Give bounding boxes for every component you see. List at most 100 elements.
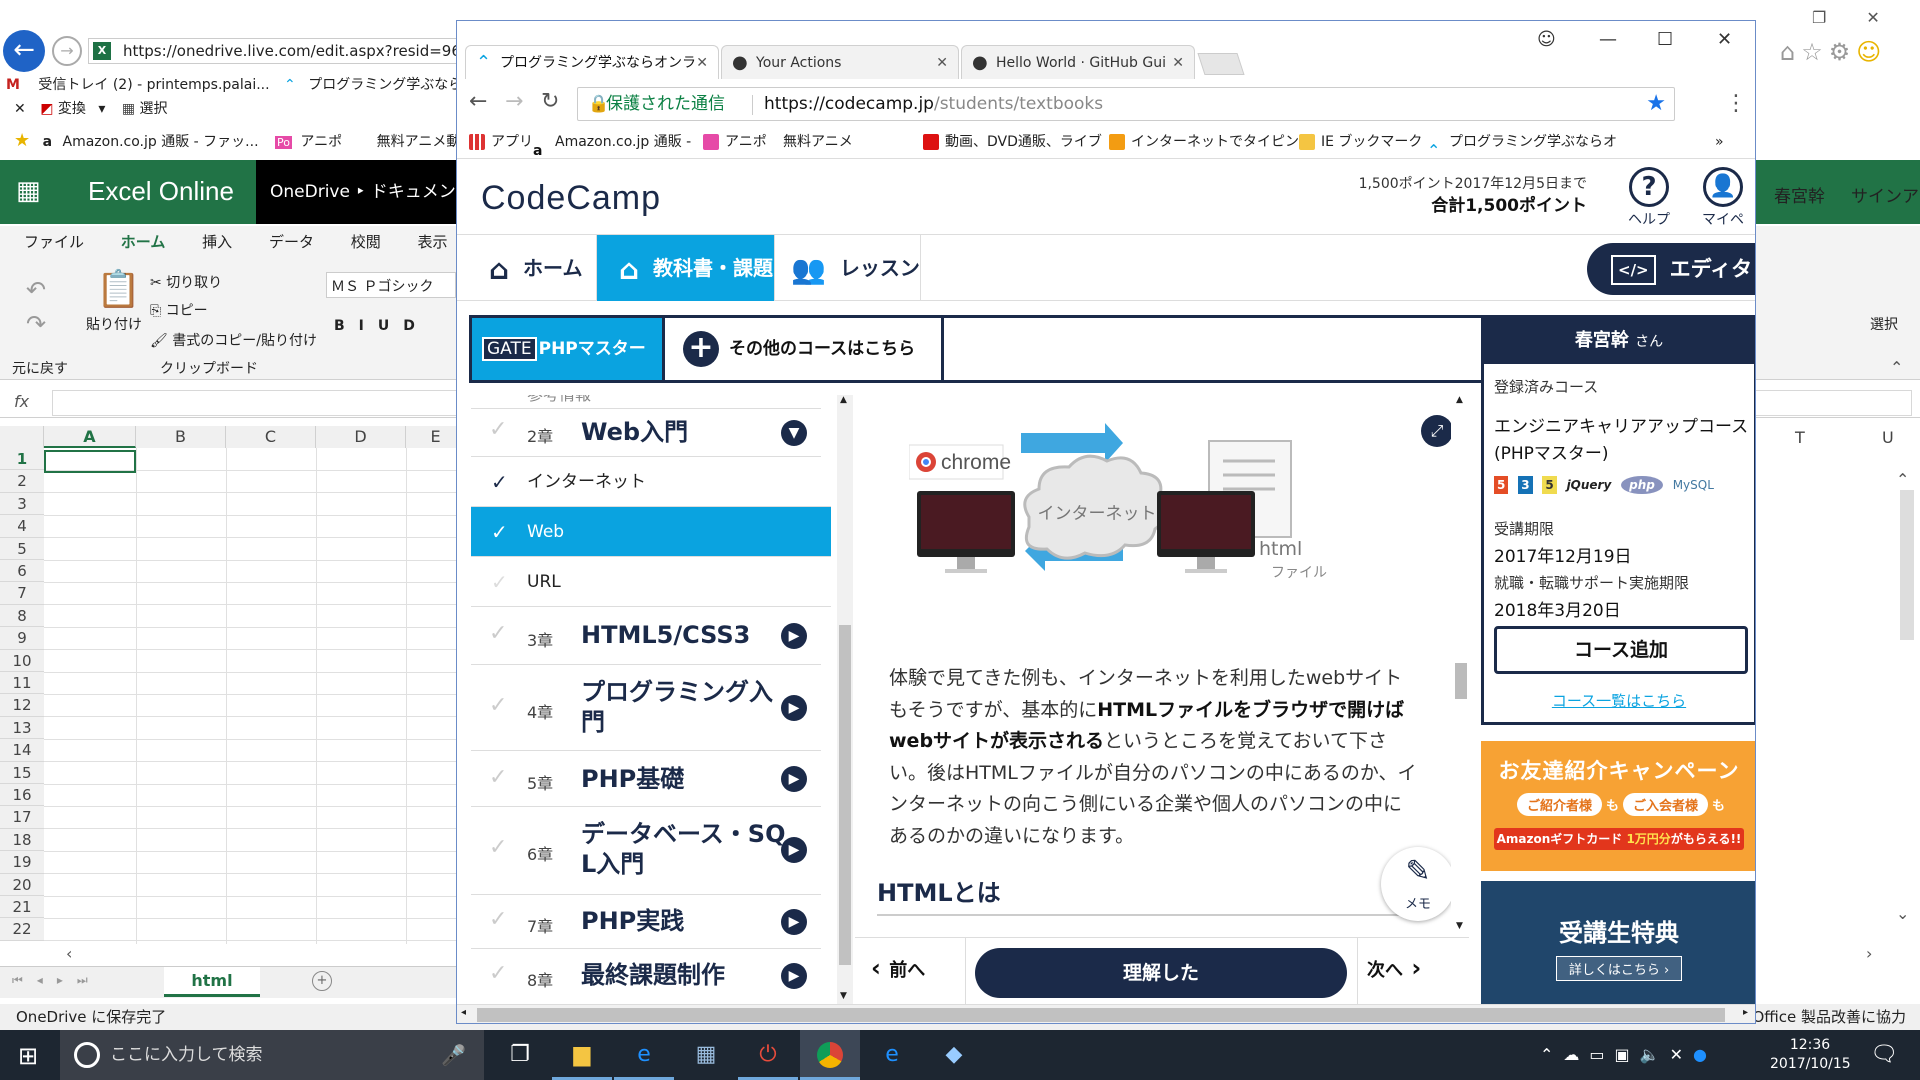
ie-fav-amazon[interactable]: Amazon.co.jp 通販 - ファッ... xyxy=(63,134,259,150)
gear-icon[interactable]: ⚙ xyxy=(1829,38,1857,66)
close-icon[interactable]: ✕ xyxy=(14,101,26,117)
row-header[interactable]: 20 xyxy=(0,873,44,896)
column-header[interactable]: D xyxy=(316,426,406,448)
row-header[interactable]: 19 xyxy=(0,851,44,874)
scroll-up-icon[interactable]: ⌃ xyxy=(1896,470,1909,489)
restore-icon[interactable]: ❐ xyxy=(1812,8,1866,27)
copy-button[interactable]: ⎘ コピー xyxy=(150,300,208,320)
row-header[interactable]: 15 xyxy=(0,761,44,784)
scroll-left-icon[interactable]: ‹ xyxy=(66,944,72,963)
bookmark-apps[interactable]: アプリ xyxy=(469,125,533,159)
list-item[interactable]: ✓ 参考情報 xyxy=(471,395,821,409)
star-icon[interactable]: ☆ xyxy=(1801,38,1829,66)
signout-link[interactable]: サインアウト xyxy=(1851,187,1920,207)
page-hscrollbar[interactable]: ◂ ▸ xyxy=(457,1004,1755,1023)
scroll-down-icon[interactable]: ⌄ xyxy=(1896,904,1909,923)
column-header[interactable]: C xyxy=(226,426,316,448)
add-sheet-icon[interactable]: + xyxy=(312,971,332,991)
row-header[interactable]: 9 xyxy=(0,627,44,650)
favorites-star-icon[interactable]: ★ xyxy=(14,130,30,151)
internet-explorer-icon[interactable]: e xyxy=(614,1030,674,1080)
row-header[interactable]: 1 xyxy=(0,448,44,471)
row-header[interactable]: 22 xyxy=(0,918,44,941)
bookmark-anipo[interactable]: アニポ xyxy=(703,125,767,159)
scroll-down-icon[interactable]: ▼ xyxy=(1456,921,1463,931)
student-benefit-banner[interactable]: 受講生特典 詳しくはこちら › xyxy=(1481,881,1755,1004)
row-header[interactable]: 11 xyxy=(0,672,44,695)
prev-button[interactable]: ‹ 前へ xyxy=(871,954,925,982)
onedrive-icon[interactable]: ☁ xyxy=(1563,1045,1589,1064)
ie-tab-gmail[interactable]: 受信トレイ (2) - printemps.palai... xyxy=(38,77,269,93)
bookmark-typing[interactable]: インターネットでタイピング xyxy=(1109,125,1313,159)
editor-button[interactable]: </> エディタ xyxy=(1587,243,1755,295)
back-button[interactable]: ← xyxy=(3,30,45,72)
other-courses-button[interactable]: + その他のコースはこちら xyxy=(662,318,944,380)
chevron-right-icon[interactable]: ▶ xyxy=(781,837,807,863)
ie-cmd-select[interactable]: 選択 xyxy=(140,101,168,117)
tab-view[interactable]: 表示 xyxy=(402,226,464,258)
taskbar-clock[interactable]: 12:36 2017/10/15 xyxy=(1770,1036,1851,1074)
undo-icon[interactable]: ↶ xyxy=(26,276,46,304)
row-header[interactable]: 6 xyxy=(0,560,44,583)
row-header[interactable]: 21 xyxy=(0,896,44,919)
course-list-link[interactable]: コース一覧はこちら xyxy=(1484,690,1754,711)
scroll-up-icon[interactable]: ▲ xyxy=(840,395,847,405)
column-header[interactable]: A xyxy=(44,426,136,448)
ie-cmd-convert[interactable]: 変換 xyxy=(58,101,86,117)
chapter-row[interactable]: ✓ 4章 プログラミング入門 ▶ xyxy=(471,665,821,751)
sheet-tab[interactable]: html xyxy=(164,967,260,997)
banner-details-button[interactable]: 詳しくはこちら › xyxy=(1555,956,1683,981)
windows-start-icon[interactable]: ⊞ xyxy=(18,1042,38,1070)
font-style-buttons[interactable]: BIUD xyxy=(334,318,429,334)
reload-icon[interactable]: ↻ xyxy=(541,89,559,114)
taskbar-search[interactable]: ここに入力して検索 🎤 xyxy=(60,1030,484,1080)
nav-textbooks[interactable]: ⌂ 教科書・課題 xyxy=(597,235,775,301)
tab-data[interactable]: データ xyxy=(253,226,330,258)
font-name-box[interactable]: ＭＳ Ｐゴシック xyxy=(326,272,456,298)
close-tab-icon[interactable]: ✕ xyxy=(1172,46,1184,79)
bookmark-ie-folder[interactable]: IE ブックマーク xyxy=(1299,125,1422,159)
understood-button[interactable]: 理解した xyxy=(975,948,1347,998)
chevron-right-icon[interactable]: ▶ xyxy=(781,766,807,792)
ie-toolbar-icons[interactable]: ⌂☆⚙☺ xyxy=(1780,38,1887,66)
expand-icon[interactable]: ⤢ xyxy=(1421,415,1451,447)
tab-home[interactable]: ホーム xyxy=(104,226,182,261)
row-header[interactable]: 5 xyxy=(0,537,44,560)
sheet-nav-icons[interactable]: ⏮◂▸⏭ xyxy=(12,973,102,988)
scroll-left-icon[interactable]: ◂ xyxy=(461,1007,466,1018)
paste-button[interactable]: 貼り付け xyxy=(86,314,142,334)
volume-icon[interactable]: 🔈 xyxy=(1640,1045,1670,1064)
content-scrollbar[interactable]: ▲ ▼ xyxy=(1453,395,1469,935)
bookmark-star-icon[interactable]: ★ xyxy=(1646,88,1666,120)
close-icon[interactable]: ✕ xyxy=(1866,8,1919,27)
scroll-right-icon[interactable]: ▸ xyxy=(1743,1007,1748,1018)
row-header[interactable]: 3 xyxy=(0,492,44,516)
ie-address-bar[interactable]: X https://onedrive.live.com/edit.aspx?re… xyxy=(88,38,468,64)
help-button[interactable]: ? ヘルプ xyxy=(1621,167,1677,229)
chrome-tab[interactable]: ● Your Actions ✕ xyxy=(721,45,959,79)
chapter-row[interactable]: ✓ 5章 PHP基礎 ▶ xyxy=(471,751,821,807)
mypage-button[interactable]: 👤 マイペ xyxy=(1693,167,1753,229)
task-view-icon[interactable]: ❐ xyxy=(490,1030,550,1080)
paste-icon[interactable]: 📋 xyxy=(96,268,141,310)
close-tab-icon[interactable]: ✕ xyxy=(936,46,948,79)
tab-review[interactable]: 校閲 xyxy=(335,226,397,258)
omnibox[interactable]: 🔒 保護された通信 https://codecamp.jp/students/t… xyxy=(577,87,1675,121)
column-header-right[interactable]: U xyxy=(1882,428,1894,447)
chapter-list[interactable]: ✓ 参考情報 ✓ 2章 Web入門 ▼ ✓ インターネット ✓ Web ✓ URL ✓ 3章 HT… xyxy=(471,395,831,1004)
scrollbar-thumb[interactable] xyxy=(477,1008,1725,1022)
format-painter-button[interactable]: 🖌 書式のコピー/貼り付け xyxy=(150,330,317,350)
secure-label[interactable]: 保護された通信 xyxy=(606,88,725,120)
back-arrow-icon[interactable]: ← xyxy=(469,89,487,114)
ie-fav-anipo[interactable]: アニポ xyxy=(300,134,342,150)
control-panel-icon[interactable]: ▦ xyxy=(676,1030,736,1080)
ie-window-controls[interactable]: ❐✕ xyxy=(1812,8,1920,27)
redo-icon[interactable]: ↷ xyxy=(26,310,46,338)
scrollbar-thumb[interactable] xyxy=(1455,663,1467,699)
network-icon[interactable]: ▣ xyxy=(1615,1045,1640,1064)
close-tab-icon[interactable]: ✕ xyxy=(696,46,708,79)
collapse-ribbon-icon[interactable]: ⌃ xyxy=(1890,358,1903,377)
section-item[interactable]: ✓ URL xyxy=(471,557,831,607)
url-text[interactable]: https://codecamp.jp/students/textbooks xyxy=(764,88,1103,120)
current-course[interactable]: GATE PHPマスター xyxy=(472,318,662,380)
